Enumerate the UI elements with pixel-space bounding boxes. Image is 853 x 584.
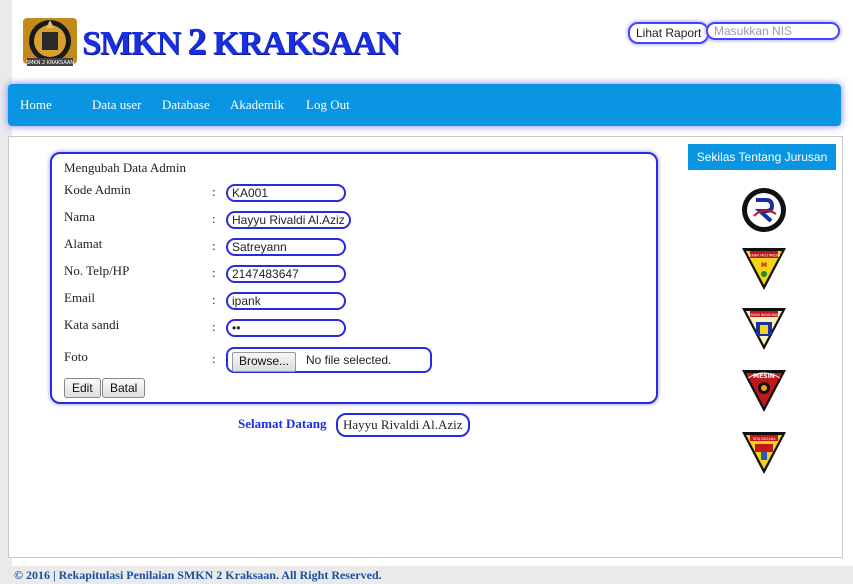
nav-item-log-out[interactable]: Log Out bbox=[306, 97, 350, 113]
nama-field[interactable] bbox=[226, 211, 351, 229]
colon: : bbox=[212, 184, 216, 199]
footer-copyright: © 2016 | Rekapitulasi Penilaian SMKN 2 K… bbox=[14, 568, 382, 582]
nav-item-database[interactable]: Database bbox=[162, 97, 210, 113]
rpl-emblem-icon[interactable] bbox=[740, 186, 788, 234]
colon: : bbox=[212, 211, 216, 226]
kode-admin-field[interactable] bbox=[226, 184, 346, 202]
svg-text:TATA BUSANA: TATA BUSANA bbox=[751, 437, 776, 441]
kata-sandi-field[interactable] bbox=[226, 319, 346, 337]
label-no-telp: No. Telp/HP bbox=[64, 263, 130, 278]
logo-text: SMKN 2 KRAKSAAN bbox=[26, 60, 74, 66]
foto-file-input: Browse... No file selected. bbox=[226, 347, 432, 373]
nav-item-data-user[interactable]: Data user bbox=[92, 97, 141, 113]
tata-busana-emblem-icon[interactable]: TATA BUSANA bbox=[740, 428, 788, 476]
colon: : bbox=[212, 292, 216, 307]
no-telp-field[interactable] bbox=[226, 265, 346, 283]
colon: : bbox=[212, 319, 216, 334]
browse-button[interactable]: Browse... bbox=[232, 352, 297, 372]
colon: : bbox=[212, 238, 216, 253]
welcome-user-name: Hayyu Rivaldi Al.Aziz bbox=[336, 413, 470, 437]
svg-text:M: M bbox=[761, 262, 767, 269]
multimedia-emblem-icon[interactable]: TEKNIK MULTIMEDIA M bbox=[740, 244, 788, 292]
lihat-raport-button[interactable]: Lihat Raport bbox=[628, 22, 710, 44]
edit-admin-form: Mengubah Data Admin Kode Admin : Nama : … bbox=[50, 152, 658, 404]
email-field[interactable] bbox=[226, 292, 346, 310]
label-kata-sandi: Kata sandi bbox=[64, 317, 120, 332]
nis-input[interactable] bbox=[706, 22, 840, 40]
alamat-field[interactable] bbox=[226, 238, 346, 256]
form-title: Mengubah Data Admin bbox=[64, 160, 187, 175]
colon: : bbox=[212, 265, 216, 280]
label-nama: Nama bbox=[64, 209, 96, 224]
colon: : bbox=[212, 351, 216, 366]
svg-text:TEKNIK BANGUNAN: TEKNIK BANGUNAN bbox=[748, 313, 781, 317]
svg-text:TEKNIK MULTIMEDIA: TEKNIK MULTIMEDIA bbox=[747, 254, 781, 258]
welcome-label: Selamat Datang bbox=[238, 416, 327, 431]
label-foto: Foto bbox=[64, 349, 88, 364]
label-email: Email bbox=[64, 290, 96, 305]
label-kode-admin: Kode Admin bbox=[64, 182, 131, 197]
school-logo-icon: SMKN 2 KRAKSAAN bbox=[23, 18, 77, 66]
nav-item-home[interactable]: Home bbox=[20, 97, 52, 113]
file-status-text: No file selected. bbox=[306, 353, 392, 367]
sekilas-jurusan-button[interactable]: Sekilas Tentang Jurusan bbox=[688, 144, 836, 170]
mesin-emblem-icon[interactable]: MESIN bbox=[740, 366, 788, 414]
bangunan-emblem-icon[interactable]: TEKNIK BANGUNAN bbox=[740, 304, 788, 352]
brand-title: SMKN 2 KRAKSAAN bbox=[82, 21, 401, 63]
main-navbar: Home Data user Database Akademik Log Out bbox=[8, 84, 841, 126]
svg-text:MESIN: MESIN bbox=[753, 373, 775, 380]
batal-button[interactable]: Batal bbox=[102, 378, 146, 398]
edit-button[interactable]: Edit bbox=[64, 378, 101, 398]
label-alamat: Alamat bbox=[64, 236, 103, 251]
nav-item-akademik[interactable]: Akademik bbox=[230, 97, 284, 113]
